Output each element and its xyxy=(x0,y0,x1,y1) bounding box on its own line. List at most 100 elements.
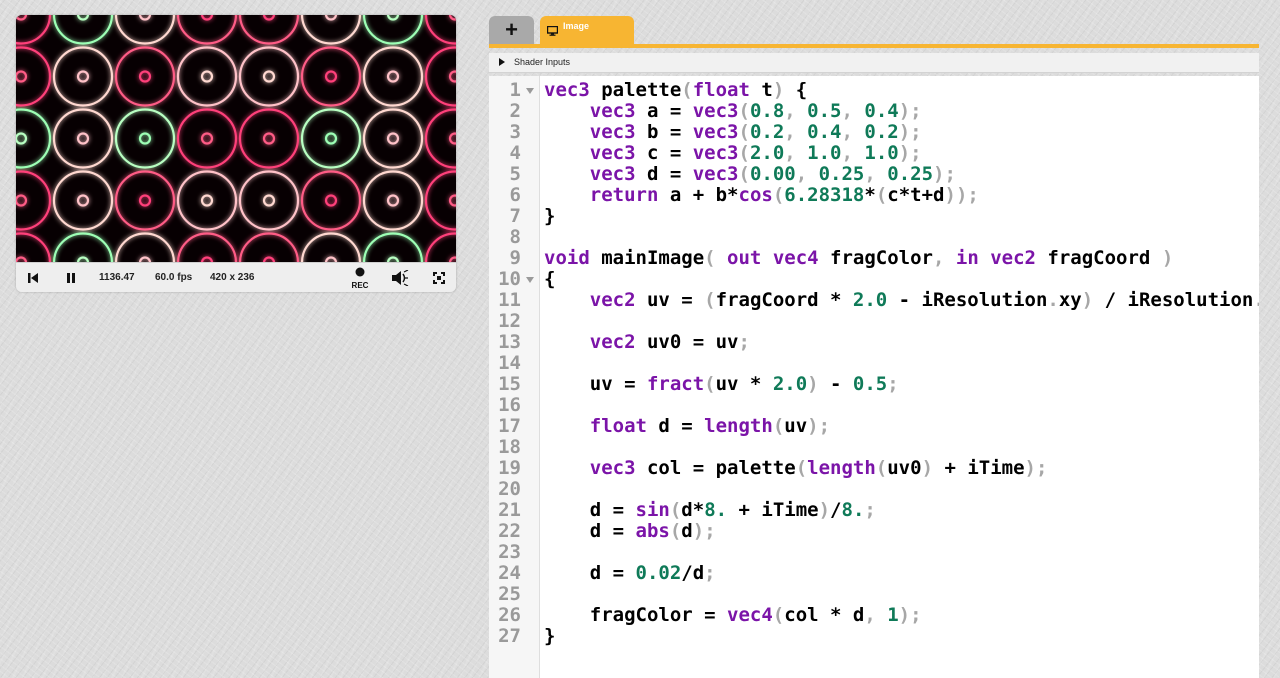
fps-display: 60.0 fps xyxy=(155,272,193,283)
code-token: fragCoord * xyxy=(715,289,853,311)
code-token: float xyxy=(589,415,647,437)
code-token: vec3 xyxy=(692,142,739,164)
code-token: ) xyxy=(807,373,819,395)
code-token: palette xyxy=(589,79,682,101)
line-number: 24 xyxy=(498,562,521,584)
code-line: vec3 c = vec3(2.0, 1.0, 1.0); xyxy=(544,143,922,164)
code-token: * xyxy=(864,184,876,206)
line-number: 7 xyxy=(509,205,521,227)
code-token: ( xyxy=(669,520,682,542)
code-line: return a + b*cos(6.28318*(c*t+d)); xyxy=(544,185,979,206)
line-number: 15 xyxy=(498,373,521,395)
shader-canvas[interactable] xyxy=(16,15,456,262)
code-token: vec3 xyxy=(589,121,636,143)
code-token: 0.00 xyxy=(749,163,796,185)
code-token: ); xyxy=(898,142,922,164)
code-token: d = xyxy=(544,499,636,521)
code-token: { xyxy=(784,79,808,101)
line-number: 10 xyxy=(498,268,521,290)
code-token: ( xyxy=(772,604,785,626)
fold-arrow-icon[interactable] xyxy=(526,88,534,94)
code-line: d = abs(d); xyxy=(544,521,716,542)
pause-icon[interactable] xyxy=(62,263,80,292)
code-token: * xyxy=(727,184,739,206)
code-token: { xyxy=(544,268,556,290)
fold-arrow-icon[interactable] xyxy=(526,277,534,283)
code-token: d = xyxy=(646,415,705,437)
volume-icon[interactable] xyxy=(390,263,410,292)
code-token: t+d xyxy=(910,184,945,206)
code-token: 2.0 xyxy=(749,142,785,164)
fullscreen-icon[interactable] xyxy=(430,263,448,292)
code-token: ( xyxy=(875,457,888,479)
code-token: d = xyxy=(544,520,636,542)
code-token: ); xyxy=(898,604,922,626)
tab-image[interactable]: Image xyxy=(540,16,634,44)
code-token: col * d xyxy=(784,604,865,626)
code-token: uv xyxy=(784,415,808,437)
code-token: ( xyxy=(772,415,785,437)
code-token: ( xyxy=(669,499,682,521)
code-token: , xyxy=(864,163,888,185)
code-token: ( xyxy=(704,247,728,269)
code-line: d = sin(d*8. + iTime)/8.; xyxy=(544,500,876,521)
code-token: 0.4 xyxy=(807,121,842,143)
code-token: col = palette xyxy=(635,457,796,479)
code-token: vec2 xyxy=(990,247,1036,269)
code-token: 0.25 xyxy=(818,163,865,185)
player-controls: 1136.47 60.0 fps 420 x 236 REC xyxy=(16,262,456,292)
code-token: , xyxy=(932,247,956,269)
tab-image-label: Image xyxy=(563,21,590,31)
code-token: , xyxy=(784,121,808,143)
code-line: d = 0.02/d; xyxy=(544,563,716,584)
code-token: vec3 xyxy=(544,79,590,101)
code-line: { xyxy=(544,269,555,290)
code-line: vec3 d = vec3(0.00, 0.25, 0.25); xyxy=(544,164,956,185)
code-token: , xyxy=(841,121,865,143)
code-token: fragCoord xyxy=(1035,247,1162,269)
code-line: vec2 uv0 = uv; xyxy=(544,332,750,353)
add-tab-button[interactable]: + xyxy=(489,16,534,44)
code-token: vec3 xyxy=(589,163,636,185)
code-token: ( xyxy=(704,373,716,395)
monitor-icon xyxy=(546,23,559,41)
code-token: vec3 xyxy=(692,163,739,185)
code-editor[interactable]: 1 2 3 4 5 6 7 8 9 10 11 12 13 14 15 16 17 18 19 20 21 22 23 24 2… xyxy=(489,76,1259,678)
code-token: )); xyxy=(944,184,979,206)
code-token: float xyxy=(692,79,750,101)
editor-tab-bar: + Image xyxy=(489,16,1259,46)
line-number: 18 xyxy=(498,436,521,458)
code-line: uv = fract(uv * 2.0) - 0.5; xyxy=(544,374,899,395)
code-token: vec3 xyxy=(589,142,636,164)
code-line: void mainImage( out vec4 fragColor, in v… xyxy=(544,248,1173,269)
line-number: 22 xyxy=(498,520,521,542)
code-token: + iTime xyxy=(933,457,1025,479)
code-token: , xyxy=(864,604,888,626)
code-token: cos xyxy=(738,184,773,206)
code-token: xy xyxy=(1058,289,1082,311)
code-token: fragColor xyxy=(818,247,933,269)
code-token: ) xyxy=(772,79,785,101)
code-token: 0.2 xyxy=(749,121,785,143)
code-line: } xyxy=(544,626,555,647)
code-token: vec3 xyxy=(589,100,636,122)
code-token: d* xyxy=(681,499,705,521)
shader-inputs-toggle[interactable]: Shader Inputs xyxy=(489,53,1259,73)
code-token: 1.0 xyxy=(864,142,899,164)
code-token: 0.25 xyxy=(887,163,934,185)
line-number-gutter: 1 2 3 4 5 6 7 8 9 10 11 12 13 14 15 16 17 18 19 20 21 22 23 24 2… xyxy=(489,76,540,678)
code-token: c = xyxy=(635,142,693,164)
code-token: } xyxy=(544,625,556,647)
line-number: 8 xyxy=(509,226,521,248)
code-token: ); xyxy=(692,520,716,542)
code-token: ); xyxy=(898,100,922,122)
code-token: ( xyxy=(738,121,750,143)
line-number: 13 xyxy=(498,331,521,353)
code-token: 1.0 xyxy=(807,142,842,164)
record-icon[interactable] xyxy=(352,263,368,281)
skip-back-icon[interactable] xyxy=(24,263,42,292)
